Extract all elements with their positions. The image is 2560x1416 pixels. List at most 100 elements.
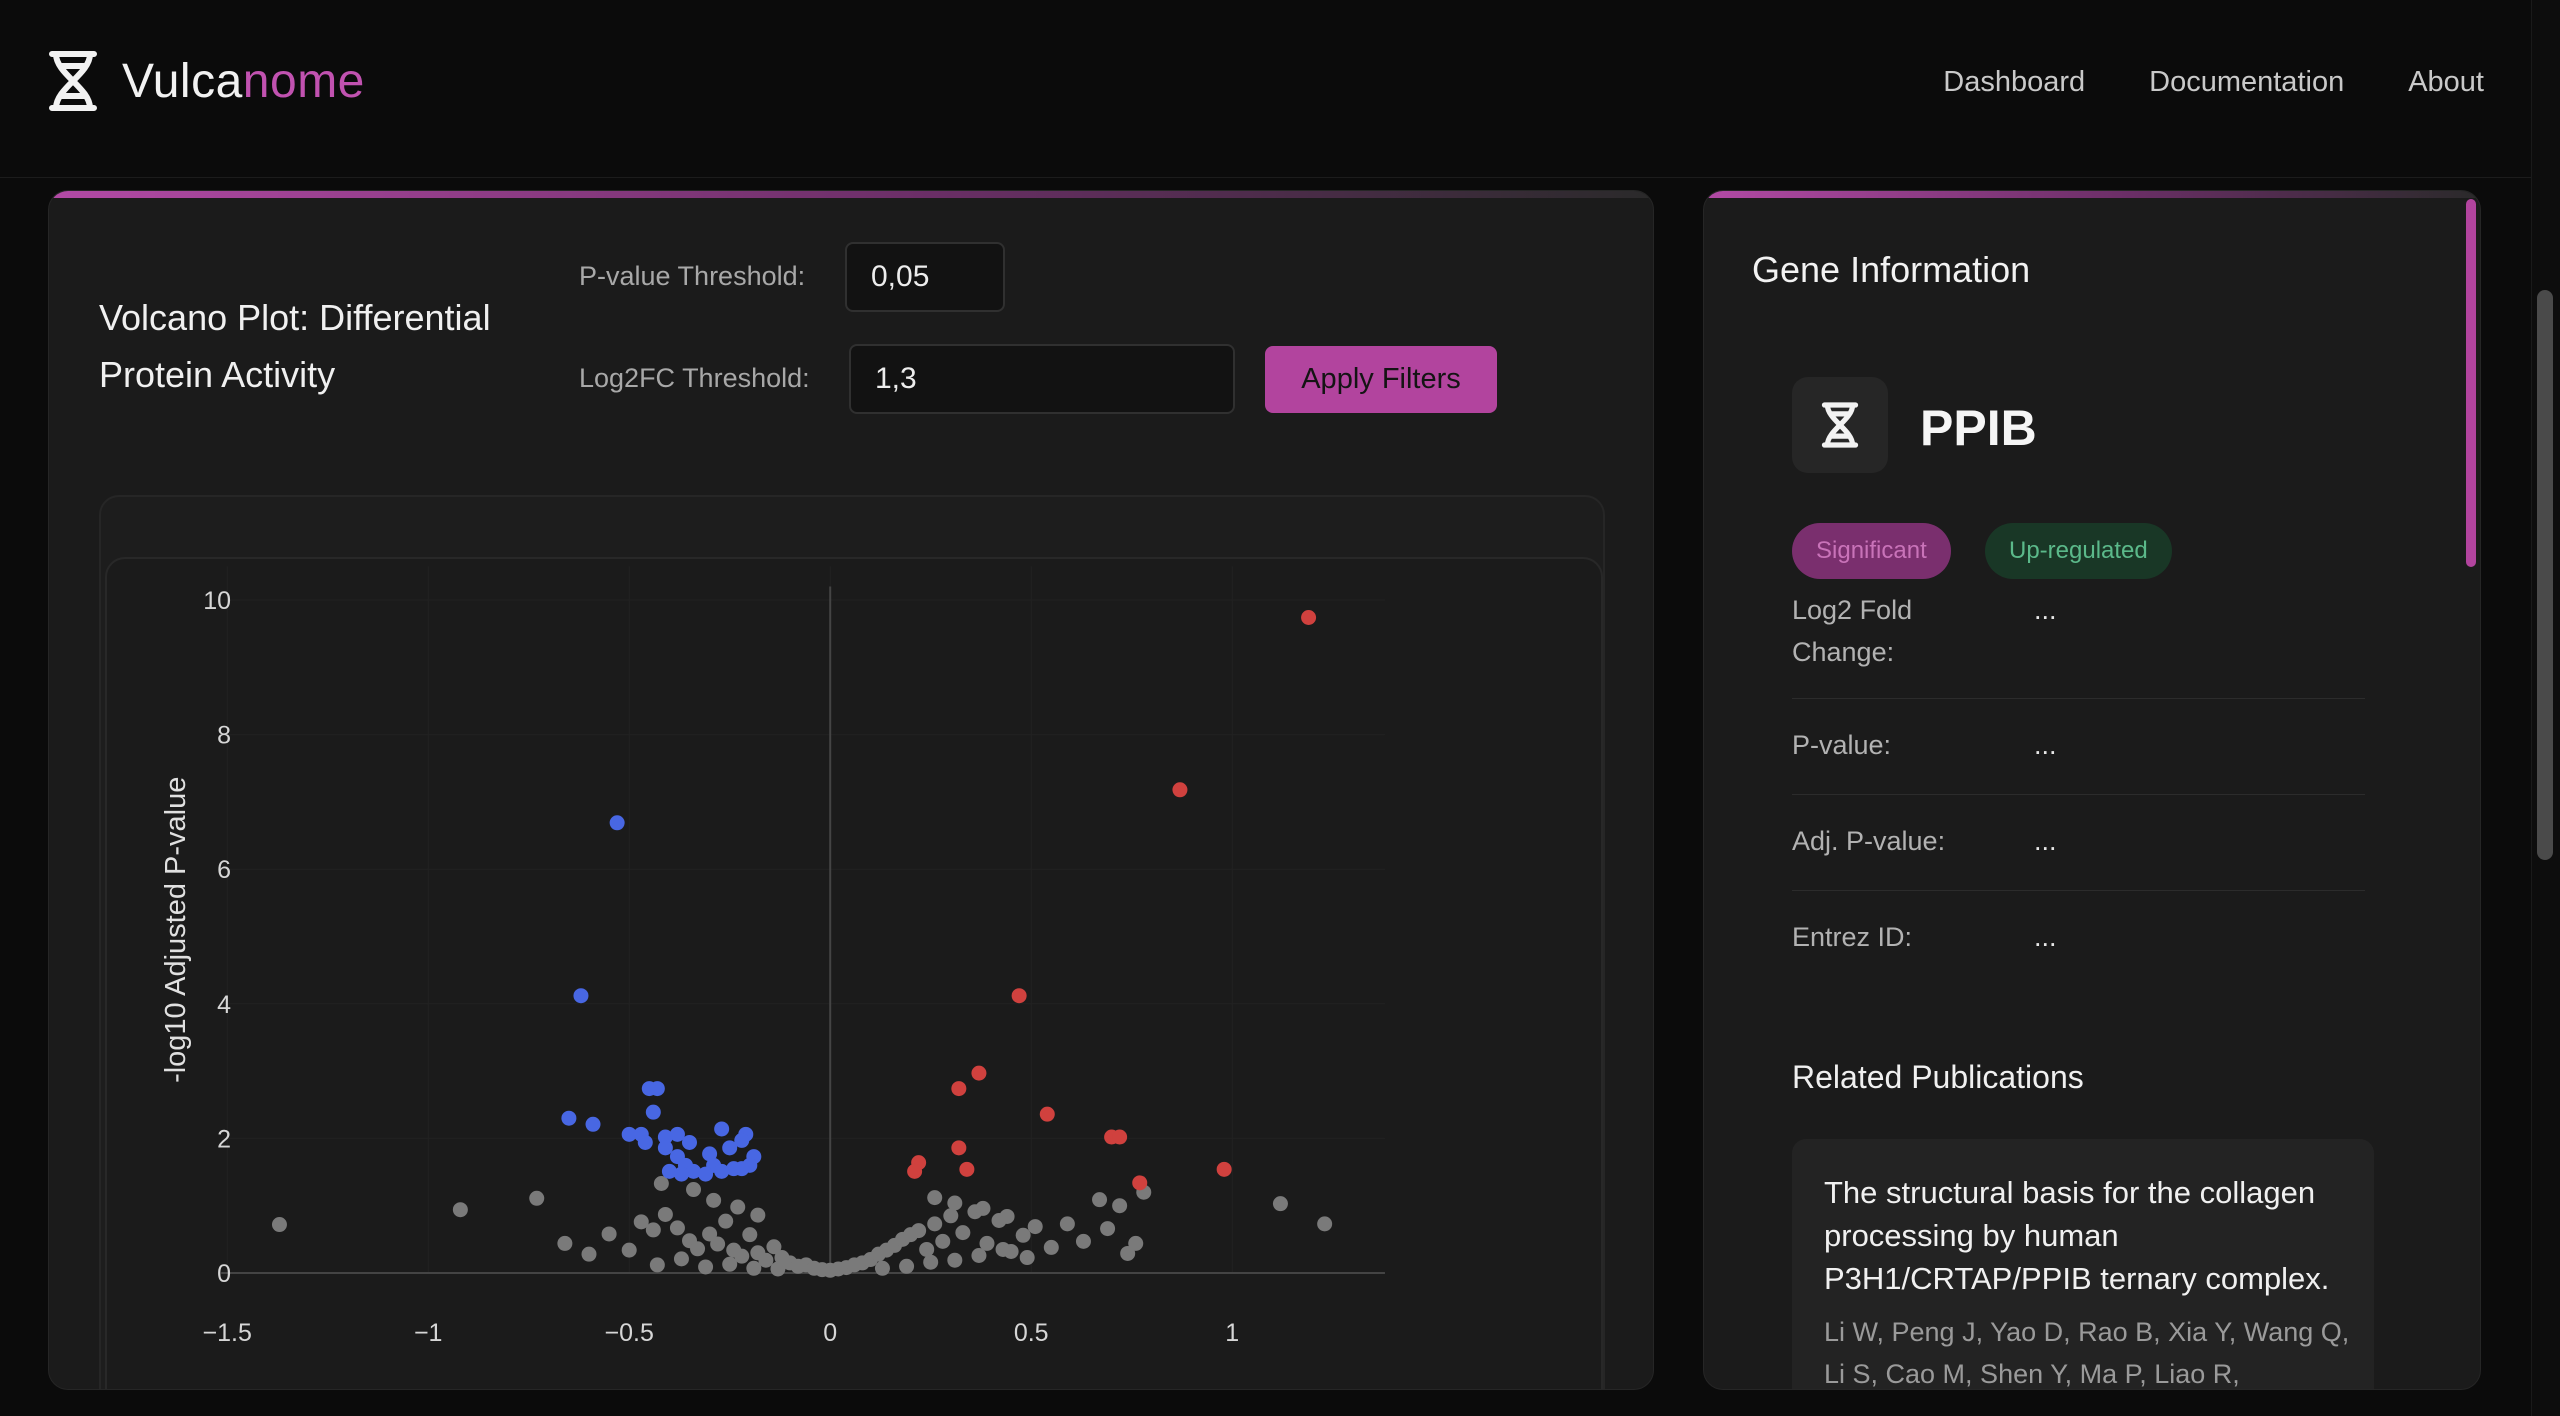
data-point[interactable] — [874, 1260, 890, 1276]
data-point[interactable] — [947, 1252, 963, 1268]
data-point[interactable] — [927, 1216, 943, 1232]
data-point[interactable] — [714, 1121, 730, 1137]
data-point[interactable] — [907, 1163, 923, 1179]
data-point[interactable] — [561, 1110, 577, 1126]
data-point[interactable] — [955, 1225, 971, 1241]
data-point[interactable] — [1132, 1175, 1148, 1191]
data-point[interactable] — [951, 1081, 967, 1097]
data-point[interactable] — [529, 1190, 545, 1206]
page-scrollbar-thumb[interactable] — [2537, 290, 2553, 860]
data-point[interactable] — [923, 1254, 939, 1270]
plot-area[interactable]: 0 2 4 6 8 10 −1.5 −1 −0.5 0 0.5 1 -log10 Adjusted P-… — [105, 557, 1605, 1390]
data-point[interactable] — [686, 1182, 702, 1198]
data-point[interactable] — [706, 1192, 722, 1208]
data-point[interactable] — [1317, 1216, 1333, 1232]
data-point[interactable] — [911, 1223, 927, 1239]
nav-link-about[interactable]: About — [2408, 66, 2484, 99]
page-scrollbar[interactable] — [2531, 0, 2560, 1416]
brand[interactable]: Vulcanome — [46, 50, 365, 112]
data-point[interactable] — [657, 1206, 673, 1222]
data-point[interactable] — [899, 1258, 915, 1274]
data-point[interactable] — [770, 1261, 786, 1277]
publication-card[interactable]: The structural basis for the collagen pr… — [1792, 1139, 2374, 1389]
data-point[interactable] — [1120, 1245, 1136, 1261]
nav-link-documentation[interactable]: Documentation — [2149, 66, 2344, 99]
data-point[interactable] — [601, 1226, 617, 1242]
data-point[interactable] — [637, 1134, 653, 1150]
data-point[interactable] — [1015, 1227, 1031, 1243]
data-point[interactable] — [710, 1236, 726, 1252]
data-point[interactable] — [1019, 1250, 1035, 1266]
info-value: ... — [2034, 730, 2057, 760]
data-point[interactable] — [722, 1256, 738, 1272]
data-point[interactable] — [1059, 1216, 1075, 1232]
data-point[interactable] — [935, 1233, 951, 1249]
data-point[interactable] — [1172, 782, 1188, 798]
data-point[interactable] — [999, 1208, 1015, 1224]
data-point[interactable] — [581, 1246, 597, 1262]
data-point[interactable] — [1301, 609, 1317, 625]
data-point[interactable] — [1092, 1192, 1108, 1208]
info-value: ... — [2034, 826, 2057, 856]
y-tick-label: 8 — [217, 722, 231, 750]
card-accent-bar — [1704, 191, 2480, 198]
data-point[interactable] — [645, 1222, 661, 1238]
data-point[interactable] — [573, 988, 589, 1004]
apply-filters-button[interactable]: Apply Filters — [1265, 346, 1497, 413]
data-point[interactable] — [609, 815, 625, 831]
data-point[interactable] — [673, 1166, 689, 1182]
data-point[interactable] — [1216, 1161, 1232, 1177]
data-point[interactable] — [975, 1200, 991, 1216]
data-point[interactable] — [1027, 1219, 1043, 1235]
data-point[interactable] — [750, 1207, 766, 1223]
gene-info-heading: Gene Information — [1752, 249, 2031, 290]
panel-scrollbar-thumb[interactable] — [2466, 199, 2476, 567]
data-point[interactable] — [951, 1140, 967, 1156]
data-point[interactable] — [746, 1260, 762, 1276]
data-point[interactable] — [1039, 1106, 1055, 1122]
data-point[interactable] — [673, 1251, 689, 1267]
pvalue-threshold-input[interactable] — [845, 242, 1005, 312]
data-point[interactable] — [1011, 988, 1027, 1004]
data-point[interactable] — [645, 1104, 661, 1120]
nav-link-dashboard[interactable]: Dashboard — [1943, 66, 2085, 99]
data-point[interactable] — [722, 1140, 738, 1156]
data-point[interactable] — [1112, 1129, 1128, 1145]
data-point[interactable] — [734, 1161, 750, 1177]
publication-title[interactable]: The structural basis for the collagen pr… — [1824, 1171, 2354, 1300]
info-row-pvalue: P-value: ... — [1792, 699, 2365, 795]
data-point[interactable] — [271, 1217, 287, 1233]
data-point[interactable] — [742, 1227, 758, 1243]
data-point[interactable] — [669, 1220, 685, 1236]
log2fc-threshold-input[interactable] — [849, 344, 1235, 414]
data-point[interactable] — [698, 1259, 714, 1275]
data-point[interactable] — [959, 1161, 975, 1177]
data-point[interactable] — [1272, 1196, 1288, 1212]
data-point[interactable] — [919, 1241, 935, 1257]
data-point[interactable] — [718, 1213, 734, 1229]
data-point[interactable] — [621, 1242, 637, 1258]
data-point[interactable] — [1075, 1233, 1091, 1249]
data-point[interactable] — [714, 1163, 730, 1179]
data-point[interactable] — [649, 1081, 665, 1097]
data-point[interactable] — [971, 1248, 987, 1264]
data-point[interactable] — [971, 1065, 987, 1081]
volcano-plot-svg[interactable]: 0 2 4 6 8 10 −1.5 −1 −0.5 0 0.5 1 -log10 Adjusted P-… — [107, 559, 1605, 1390]
data-point[interactable] — [947, 1195, 963, 1211]
data-point[interactable] — [657, 1140, 673, 1156]
info-value: ... — [2034, 922, 2057, 952]
data-point[interactable] — [452, 1202, 468, 1218]
data-point[interactable] — [585, 1116, 601, 1132]
data-point[interactable] — [927, 1190, 943, 1206]
data-point[interactable] — [557, 1235, 573, 1251]
data-point[interactable] — [730, 1199, 746, 1215]
data-point[interactable] — [698, 1166, 714, 1182]
data-point[interactable] — [690, 1241, 706, 1257]
data-point[interactable] — [1043, 1239, 1059, 1255]
data-point[interactable] — [943, 1208, 959, 1224]
data-point[interactable] — [682, 1134, 697, 1150]
data-point[interactable] — [1112, 1198, 1128, 1214]
data-point[interactable] — [995, 1241, 1011, 1257]
data-point[interactable] — [649, 1257, 665, 1273]
data-point[interactable] — [1100, 1221, 1116, 1237]
